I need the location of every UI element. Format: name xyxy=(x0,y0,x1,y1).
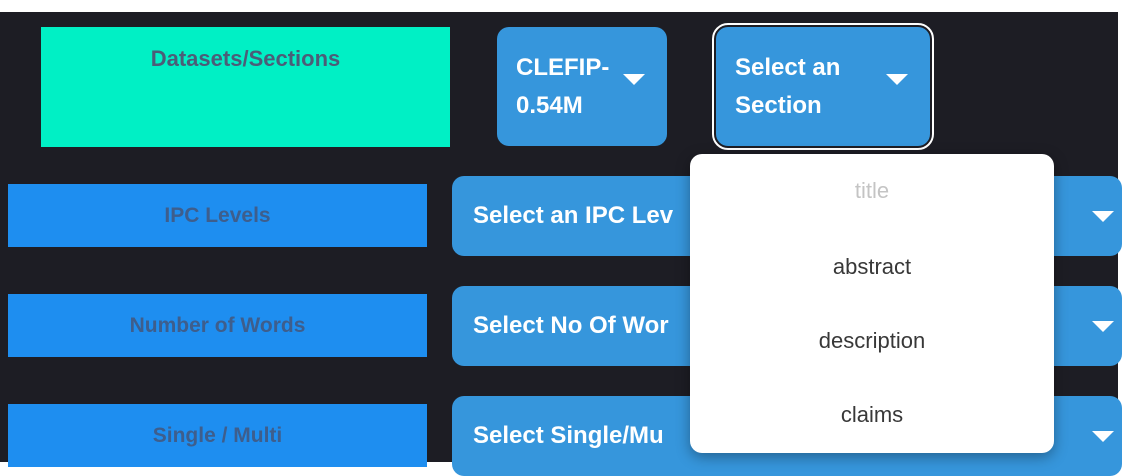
caret-down-icon xyxy=(886,74,908,85)
caret-down-icon xyxy=(1092,321,1114,332)
section-select-line2: Section xyxy=(735,92,822,119)
dataset-select[interactable]: CLEFIP- 0.54M xyxy=(497,27,667,146)
ipc-level-select-text: Select an IPC Lev xyxy=(473,202,674,229)
number-of-words-label: Number of Words xyxy=(129,313,306,337)
option-title: title xyxy=(854,178,890,203)
caret-down-icon xyxy=(1092,431,1114,442)
single-multi-label: Single / Multi xyxy=(152,423,283,447)
ipc-levels-label-box: IPC Levels xyxy=(8,184,427,247)
caret-down-icon xyxy=(1092,211,1114,222)
caret-down-icon xyxy=(623,74,645,85)
section-options-menu: title abstract description claims xyxy=(690,154,1054,453)
single-multi-select-text: Select Single/Mu xyxy=(473,422,664,449)
section-select[interactable]: Select an Section xyxy=(712,23,934,150)
app-canvas: Datasets/Sections CLEFIP- 0.54M Select a… xyxy=(0,12,1122,476)
single-multi-label-box: Single / Multi xyxy=(8,404,427,467)
ipc-levels-label: IPC Levels xyxy=(164,203,271,227)
number-of-words-label-box: Number of Words xyxy=(8,294,427,357)
number-of-words-select-text: Select No Of Wor xyxy=(473,312,669,339)
option-description[interactable]: description xyxy=(690,328,1054,354)
dataset-select-line2: 0.54M xyxy=(516,92,583,119)
datasets-sections-label-box: Datasets/Sections xyxy=(41,27,450,147)
datasets-sections-label: Datasets/Sections xyxy=(150,46,341,71)
option-claims[interactable]: claims xyxy=(690,402,1054,428)
option-abstract[interactable]: abstract xyxy=(690,254,1054,280)
